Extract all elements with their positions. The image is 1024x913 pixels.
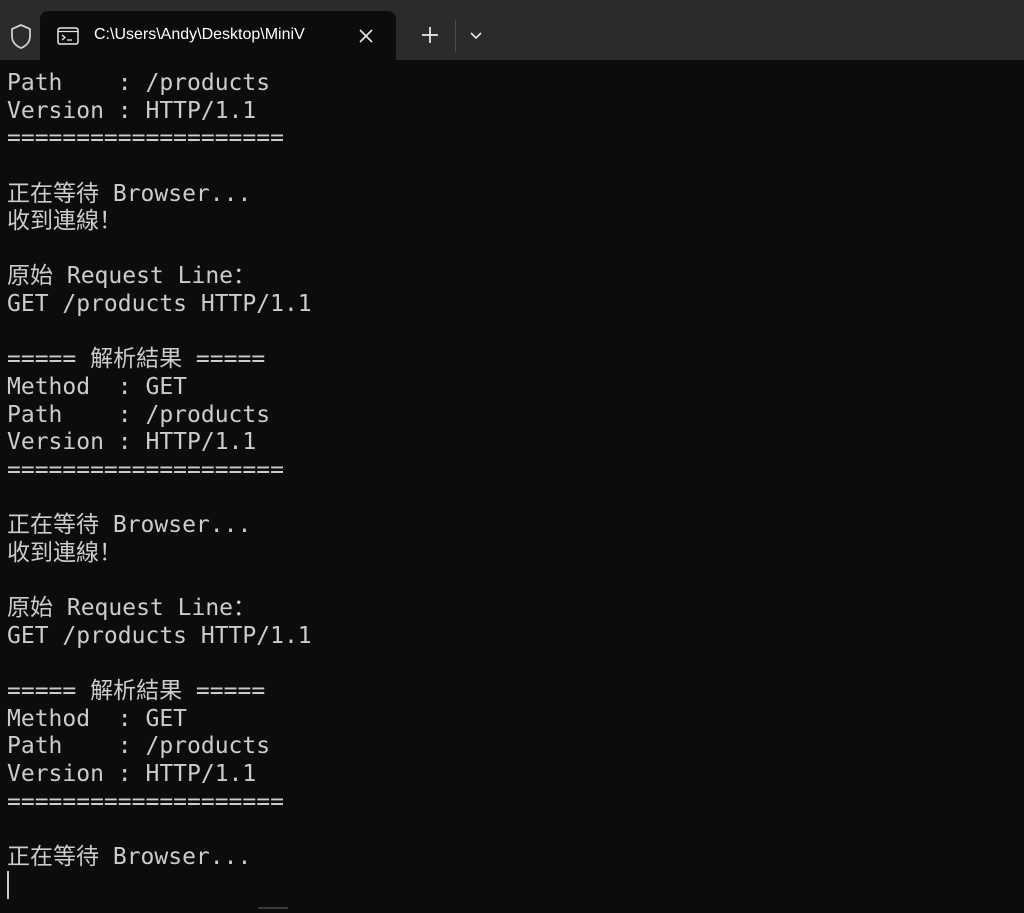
terminal-line: Method : GET (7, 374, 188, 401)
scroll-indicator[interactable] (258, 907, 288, 909)
terminal-line: ===== 解析結果 ===== (7, 678, 266, 705)
terminal-line: Version : HTTP/1.1 (7, 429, 257, 456)
terminal-line: Path : /products (7, 733, 271, 760)
terminal-line: 正在等待 Browser... (7, 843, 252, 870)
plus-icon[interactable] (416, 21, 444, 49)
terminal-line: 收到連線！ (7, 208, 122, 235)
shield-icon[interactable] (8, 22, 34, 50)
terminal-output[interactable]: Path : /products Version : HTTP/1.1 ====… (0, 60, 1024, 913)
command-prompt-icon (57, 27, 79, 45)
chevron-down-icon[interactable] (464, 23, 488, 47)
terminal-line: GET /products HTTP/1.1 (7, 622, 312, 649)
terminal-line: Method : GET (7, 705, 188, 732)
text-cursor (7, 871, 9, 899)
terminal-line: 正在等待 Browser... (7, 512, 252, 539)
terminal-line: 收到連線！ (7, 539, 122, 566)
terminal-line: 正在等待 Browser... (7, 180, 252, 207)
terminal-line: ===== 解析結果 ===== (7, 346, 266, 373)
terminal-line: Path : /products (7, 70, 271, 96)
tab-title: C:\Users\Andy\Desktop\MiniV (94, 26, 305, 43)
terminal-window: C:\Users\Andy\Desktop\MiniV Path : /prod… (0, 0, 1024, 913)
terminal-line: 原始 Request Line： (7, 263, 257, 290)
terminal-lines: Path : /products Version : HTTP/1.1 ====… (7, 70, 1017, 872)
titlebar-separator (455, 20, 456, 52)
terminal-line: Path : /products (7, 401, 271, 428)
terminal-line: Version : HTTP/1.1 (7, 761, 257, 788)
terminal-line: Version : HTTP/1.1 (7, 97, 257, 124)
terminal-line: 原始 Request Line： (7, 595, 257, 622)
title-bar: C:\Users\Andy\Desktop\MiniV (0, 0, 1024, 60)
terminal-line: GET /products HTTP/1.1 (7, 291, 312, 318)
terminal-line: ==================== (7, 788, 284, 815)
terminal-line: ==================== (7, 456, 284, 483)
tab-active[interactable]: C:\Users\Andy\Desktop\MiniV (40, 11, 396, 60)
close-icon[interactable] (354, 24, 378, 48)
terminal-line: ==================== (7, 125, 284, 152)
